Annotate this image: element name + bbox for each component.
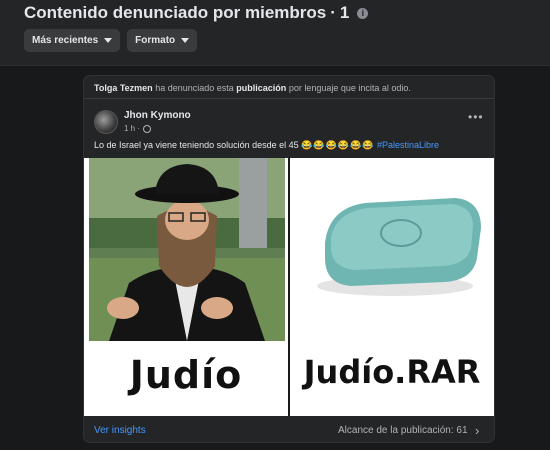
post-body: Lo de Israel ya viene teniendo solución … [94, 140, 299, 150]
sort-dropdown-label: Más recientes [32, 35, 99, 46]
post-meta: 1 h · [124, 124, 152, 133]
soap-photo [295, 158, 491, 341]
meme-caption-right: Judío.RAR [303, 353, 481, 391]
avatar[interactable] [94, 110, 118, 134]
title-separator: · [330, 3, 336, 22]
meme-panel-right: Judío.RAR [290, 158, 494, 416]
sort-dropdown[interactable]: Más recientes [24, 29, 121, 52]
post-time[interactable]: 1 h · [124, 124, 140, 133]
filter-bar: Más recientes Formato [24, 29, 198, 52]
meme-caption-left: Judío [129, 353, 243, 397]
man-photo [89, 158, 285, 341]
chevron-right-icon[interactable]: › [475, 423, 479, 438]
page-title: Contenido denunciado por miembros · 1 i [24, 3, 369, 23]
report-notice: Tolga Tezmen ha denunciado esta publicac… [94, 83, 411, 93]
caret-down-icon [181, 38, 190, 43]
report-object[interactable]: publicación [236, 83, 286, 93]
post-reach: Alcance de la publicación: 61 [338, 425, 468, 436]
view-insights-link[interactable]: Ver insights [94, 425, 146, 436]
page-header: Contenido denunciado por miembros · 1 i … [0, 0, 550, 66]
post-image[interactable]: Judío Judío.RAR [84, 158, 494, 416]
more-options-icon[interactable]: ••• [468, 110, 484, 124]
info-icon[interactable]: i [357, 7, 369, 19]
page-title-text: Contenido denunciado por miembros [24, 3, 327, 22]
post-text: Lo de Israel ya viene teniendo solución … [94, 140, 439, 151]
caret-down-icon [104, 38, 113, 43]
reported-count: 1 [339, 3, 350, 22]
format-dropdown-label: Formato [135, 35, 176, 46]
post-author[interactable]: Jhon Kymono [124, 110, 191, 121]
card-divider [84, 98, 494, 99]
post-emojis: 😂😂😂😂😂😂 [301, 140, 375, 150]
report-text-before: ha denunciado esta [155, 83, 234, 93]
reporter-name[interactable]: Tolga Tezmen [94, 83, 153, 93]
format-dropdown[interactable]: Formato [127, 29, 198, 52]
meme-panel-left: Judío [84, 158, 288, 416]
globe-icon [143, 124, 152, 133]
report-reason: por lenguaje que incita al odio. [288, 83, 411, 93]
reported-post-card: Tolga Tezmen ha denunciado esta publicac… [83, 75, 495, 443]
post-hashtag[interactable]: #PalestinaLibre [377, 140, 439, 150]
